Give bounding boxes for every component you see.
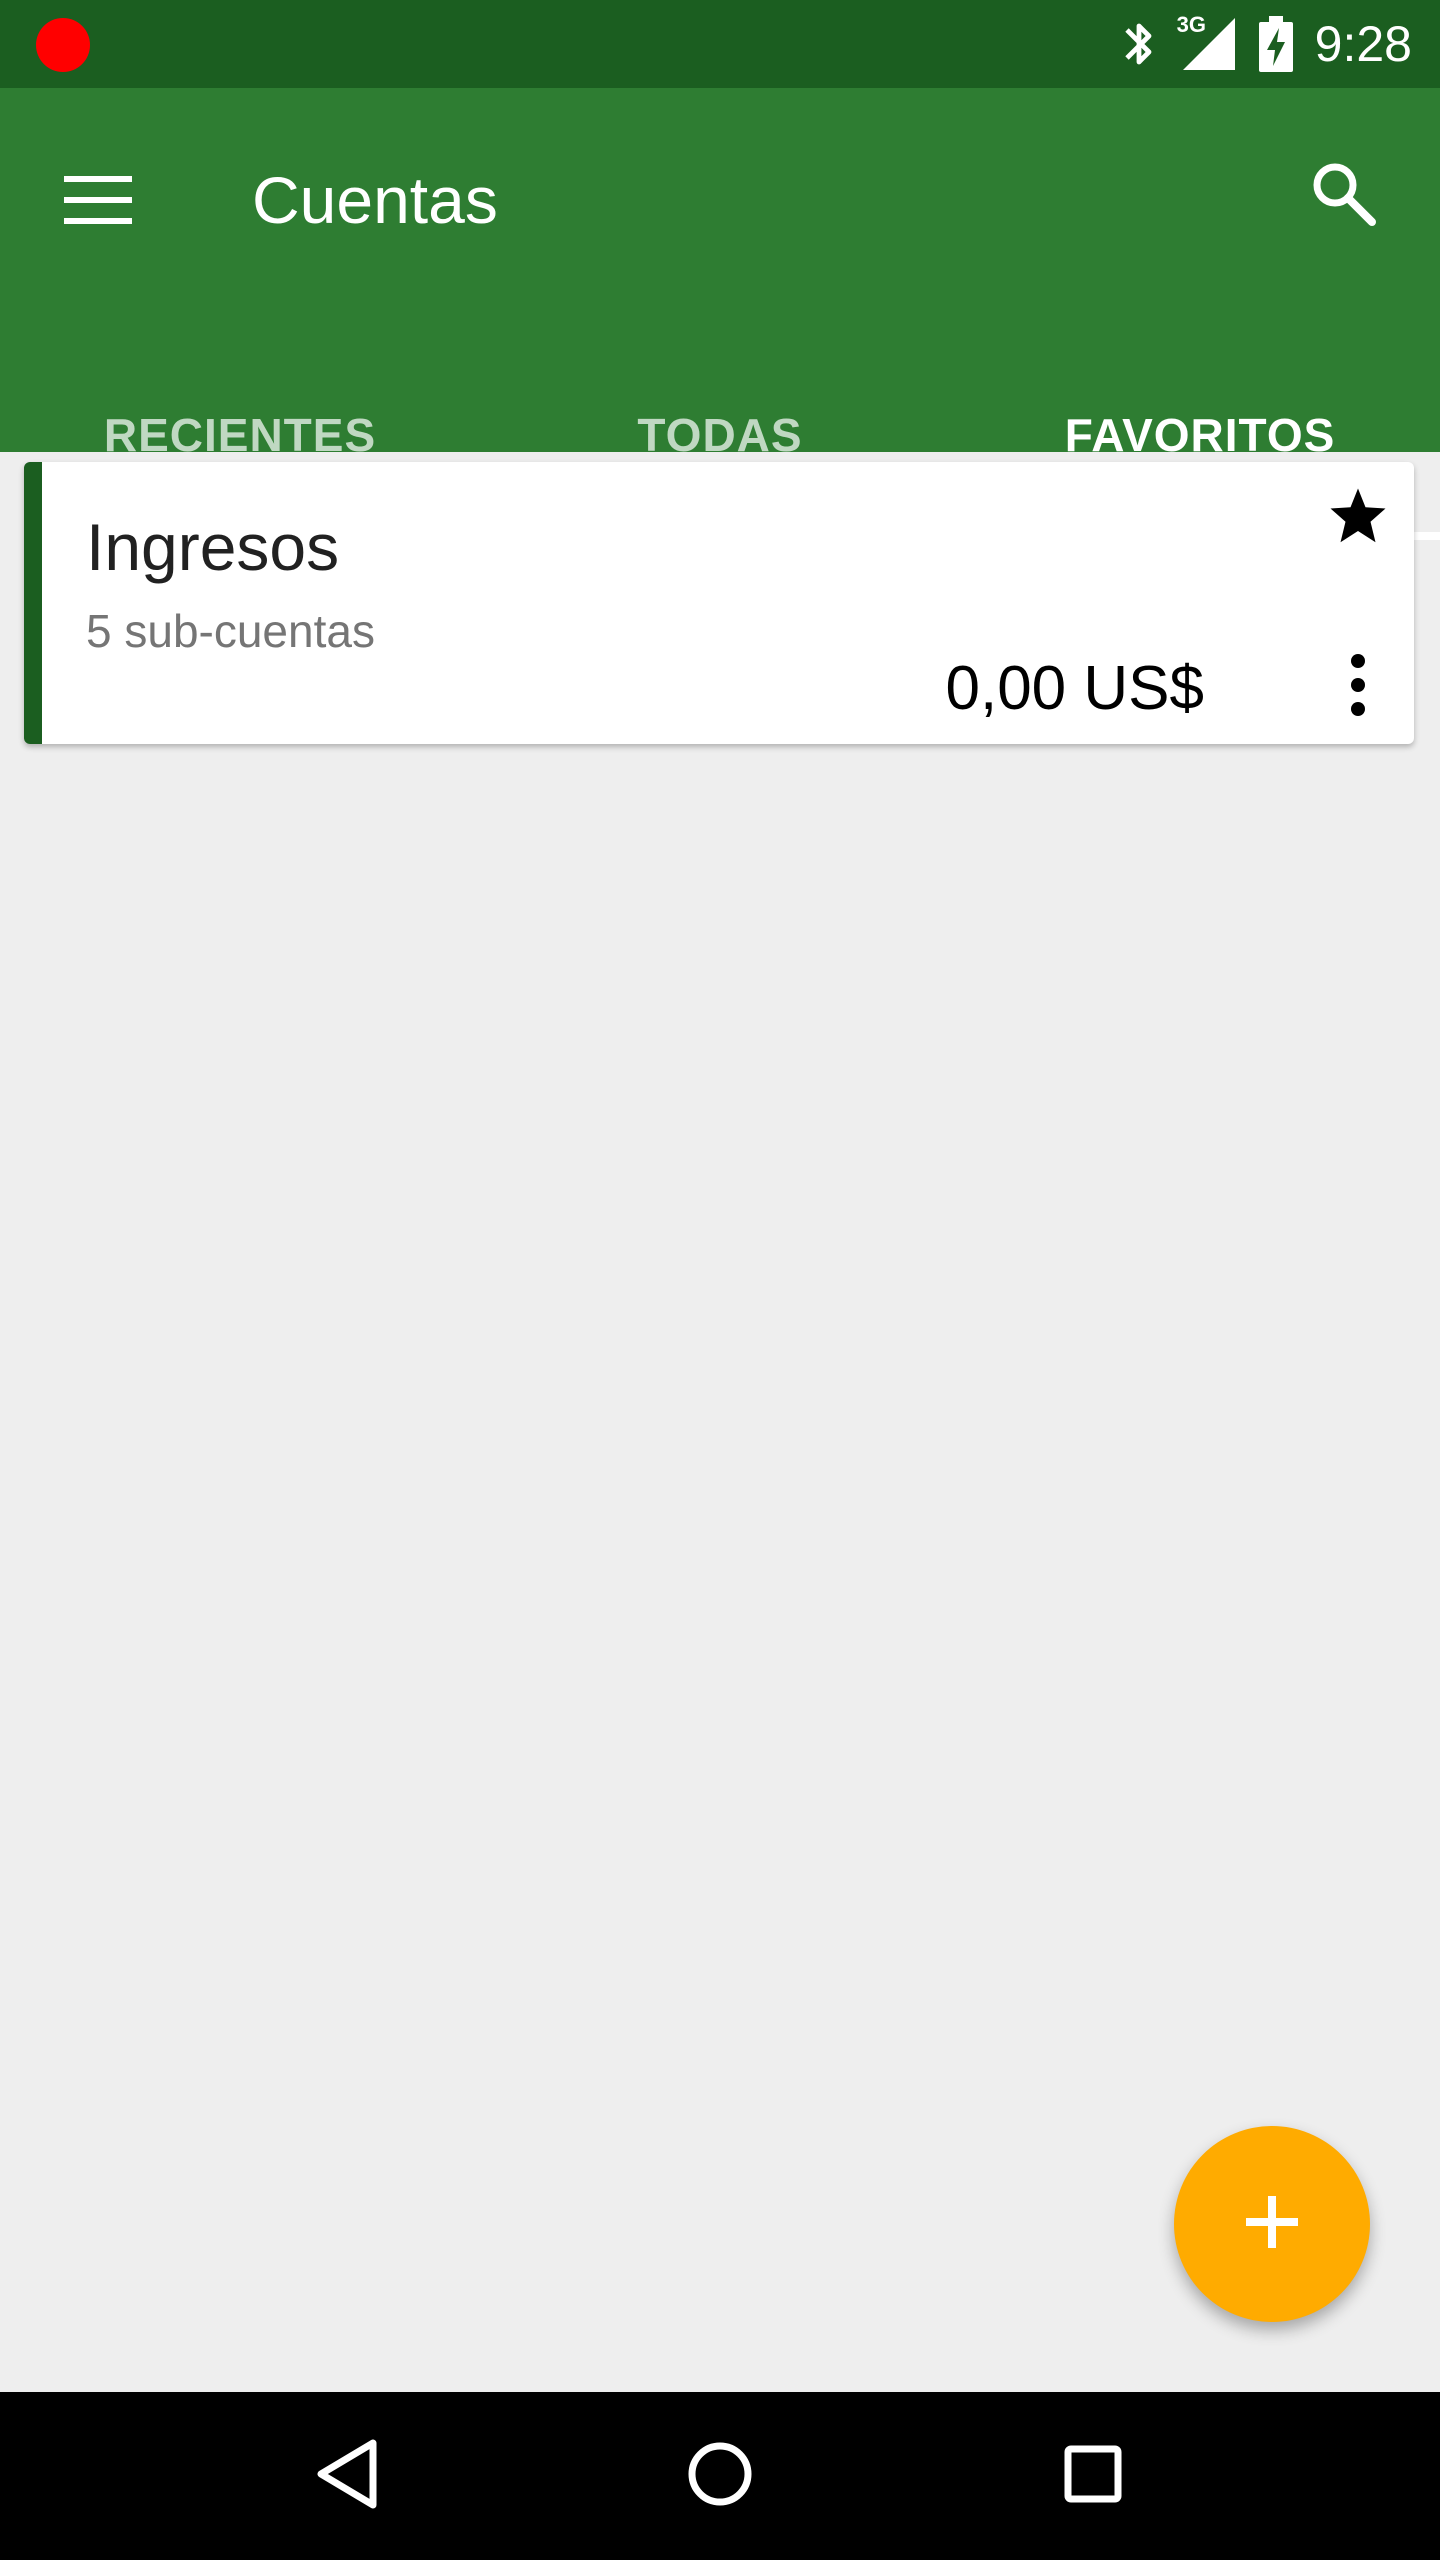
account-menu-button[interactable] [1322, 642, 1394, 732]
account-balance: 0,00 US$ [945, 654, 1204, 723]
recording-icon [36, 18, 90, 72]
more-vert-icon [1348, 653, 1368, 722]
status-time: 9:28 [1314, 16, 1412, 72]
favorite-button[interactable] [1322, 482, 1394, 554]
home-icon [687, 2441, 753, 2512]
account-card[interactable]: Ingresos 5 sub-cuentas 0,00 US$ [24, 462, 1414, 744]
tab-label: RECIENTES [103, 409, 377, 461]
recents-icon [1064, 2445, 1122, 2508]
account-subtitle: 5 sub-cuentas [86, 605, 375, 657]
status-icons: 3G 9:28 [1119, 0, 1412, 88]
add-account-button[interactable] [1174, 2126, 1370, 2322]
account-color-bar [24, 462, 42, 744]
battery-charging-icon [1258, 16, 1293, 72]
menu-button[interactable] [50, 154, 146, 250]
menu-icon [64, 174, 132, 231]
network-type-label: 3G [1176, 12, 1207, 37]
search-button[interactable] [1288, 140, 1398, 250]
signal-icon: 3G [1177, 12, 1237, 72]
app-bar: Cuentas RECIENTES TODAS FAVORITOS [0, 88, 1440, 540]
tab-label: TODAS [637, 409, 803, 461]
tab-label: FAVORITOS [1064, 409, 1336, 461]
system-nav-bar [0, 2392, 1440, 2560]
status-bar: 3G 9:28 [0, 0, 1440, 88]
account-name: Ingresos [86, 510, 340, 584]
search-icon [1310, 160, 1376, 231]
page-title: Cuentas [252, 163, 498, 237]
back-button[interactable] [287, 2416, 407, 2536]
bluetooth-icon [1119, 16, 1159, 72]
home-button[interactable] [660, 2416, 780, 2536]
recents-button[interactable] [1033, 2416, 1153, 2536]
star-icon [1328, 487, 1388, 550]
back-icon [315, 2439, 379, 2514]
plus-icon [1244, 2194, 1300, 2255]
